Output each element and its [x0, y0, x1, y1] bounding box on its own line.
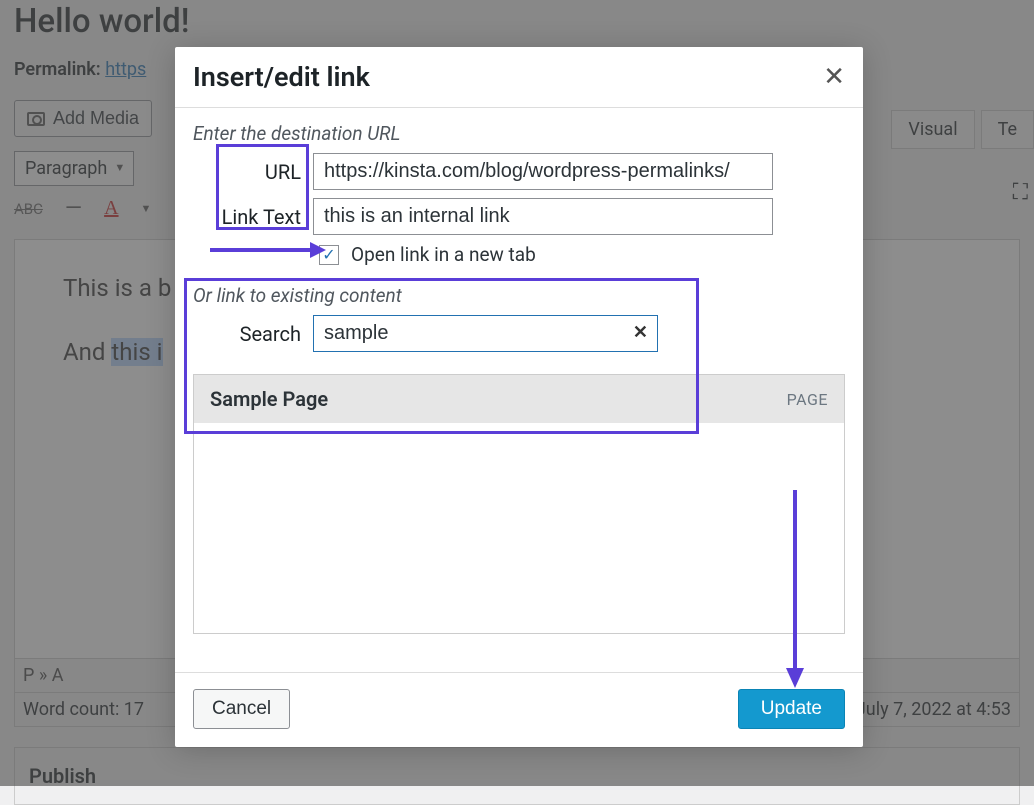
new-tab-checkbox[interactable]: ✓	[319, 245, 339, 265]
destination-url-label: Enter the destination URL	[193, 122, 845, 145]
clear-search-icon[interactable]: ✕	[633, 322, 648, 343]
modal-title: Insert/edit link	[193, 61, 370, 93]
update-button[interactable]: Update	[738, 689, 845, 729]
close-icon[interactable]: ✕	[823, 62, 845, 92]
search-result-item[interactable]: Sample Page PAGE	[194, 375, 844, 423]
insert-link-modal: Insert/edit link ✕ Enter the destination…	[175, 47, 863, 747]
cancel-button[interactable]: Cancel	[193, 689, 290, 729]
new-tab-label: Open link in a new tab	[351, 243, 536, 266]
result-type: PAGE	[787, 390, 828, 409]
link-text-label: Link Text	[193, 205, 313, 229]
existing-content-label: Or link to existing content	[193, 284, 845, 307]
search-results: Sample Page PAGE	[193, 374, 845, 634]
search-input[interactable]	[313, 315, 658, 352]
link-text-input[interactable]	[313, 198, 773, 235]
search-label: Search	[193, 322, 313, 346]
url-label: URL	[193, 160, 313, 184]
url-input[interactable]	[313, 153, 773, 190]
result-title: Sample Page	[210, 387, 328, 411]
